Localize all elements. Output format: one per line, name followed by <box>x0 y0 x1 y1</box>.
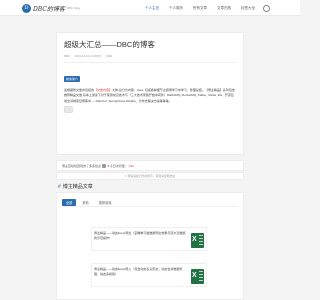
logo-subtitle: DBC blog <box>66 6 80 10</box>
site-logo[interactable]: D DBC的博客 DBC blog <box>22 3 80 13</box>
tip-text: 博主苦哈哈回到的了多多给点 <box>62 163 102 168</box>
excel-icon <box>191 269 204 284</box>
emoji-image <box>64 105 73 113</box>
visit-count: 156 <box>128 163 134 168</box>
divider <box>64 62 236 63</box>
logo-text: DBC的博客 <box>33 5 65 13</box>
main-nav: 个人主页 个人简历 所有文章 文章归档 标签大全 <box>135 0 270 16</box>
intro-badge: 前言简介 <box>64 76 81 82</box>
copyright-notice: © 博客版权归作者所有，转载请注明出处 <box>56 172 244 180</box>
recommend-tabs: 全部 其他 推荐阅读 <box>62 198 238 207</box>
search-icon[interactable] <box>263 4 270 12</box>
para-highlight: 【文章内容】 <box>94 88 113 92</box>
para-text: 最根据所文章内包括的 <box>64 88 95 92</box>
tab-all[interactable]: 全部 <box>62 198 77 206</box>
tip-label: 今日访问量： <box>109 163 128 168</box>
article-date: 2021-10-12 10:28:45 <box>74 54 101 58</box>
list-item[interactable]: 博主精品——动态Excel导入（包含动态表头形态，动态合并数据处理，动态多模版） <box>91 263 207 287</box>
recommend-card: 全部 其他 推荐阅读 博主精品——动态Excel导出（掌握单元格数据导出效果与原… <box>56 192 244 300</box>
list-item-title[interactable]: 博主精品——动态Excel导出（掌握单元格数据导出效果与原文及数据的示范操作） <box>94 231 188 240</box>
visit-tip: 博主苦哈哈回到的了多多给点 ★ 今日访问量： 156 <box>56 160 244 171</box>
logo-mark: D <box>22 3 31 13</box>
article-card: 超级大汇总——DBC的博客 DBC 2021-10-12 10:28:45 13… <box>56 32 244 155</box>
article-paragraph: 最根据所文章内包括的【文章内容】大体,总分为内容：Java, 包括各种细节主题博… <box>64 88 236 104</box>
list-item[interactable]: 博主精品——动态Excel导出（掌握单元格数据导出效果与原文及数据的示范操作） <box>91 227 207 251</box>
tab-recommended[interactable]: 推荐阅读 <box>95 199 116 206</box>
site-header: D DBC的博客 DBC blog 个人主页 个人简历 所有文章 文章归档 标签… <box>0 0 300 16</box>
nav-item-archive[interactable]: 文章归档 <box>217 6 231 11</box>
nav-item-home[interactable]: 个人主页 <box>145 6 159 11</box>
tab-other[interactable]: 其他 <box>78 199 92 206</box>
recommend-heading: # 博主精品文章 <box>58 183 93 190</box>
article-views: 1364 <box>105 54 113 58</box>
nav-item-tags[interactable]: 标签大全 <box>241 6 255 11</box>
recommend-title: 博主精品文章 <box>62 184 93 190</box>
hash-icon: # <box>58 184 61 190</box>
nav-item-resume[interactable]: 个人简历 <box>169 6 183 11</box>
nav-item-articles[interactable]: 所有文章 <box>193 6 207 11</box>
article-title: 超级大汇总——DBC的博客 <box>64 40 155 49</box>
article-author[interactable]: DBC <box>64 54 70 58</box>
article-meta: DBC 2021-10-12 10:28:45 1364 <box>64 54 236 58</box>
list-item-title[interactable]: 博主精品——动态Excel导入（包含动态表头形态，动态合并数据处理，动态多模版） <box>94 267 188 276</box>
smile-icon <box>102 163 107 168</box>
excel-icon <box>191 233 204 248</box>
